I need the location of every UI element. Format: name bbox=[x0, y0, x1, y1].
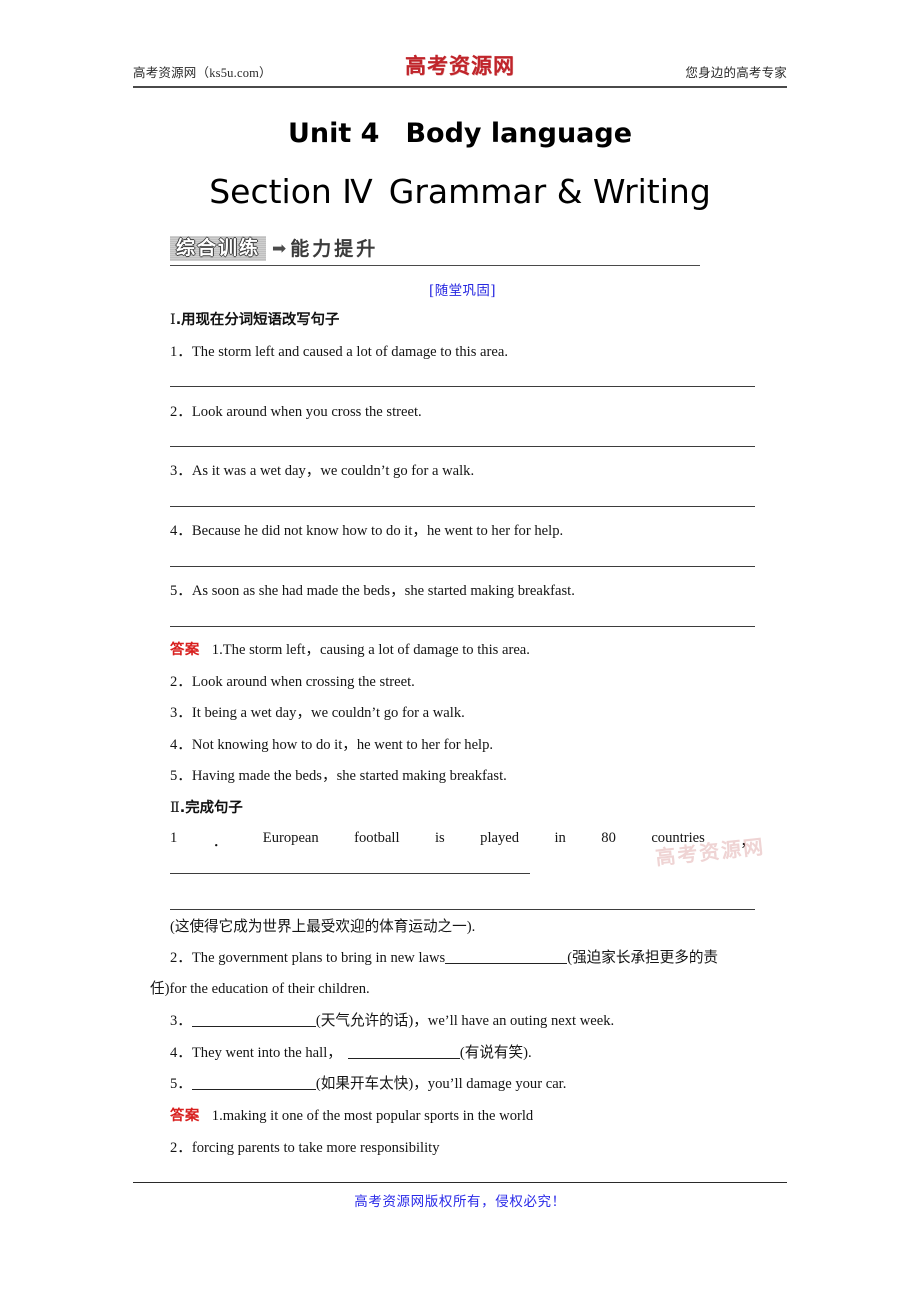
q4-text-b: (有说有笑). bbox=[459, 1045, 532, 1061]
q1-word-8: countries bbox=[651, 830, 705, 846]
banner-subtitle: [随堂巩固] bbox=[429, 283, 496, 299]
part1-question-4: 4．Because he did not know how to do it，h… bbox=[170, 523, 564, 539]
banner-divider bbox=[170, 265, 700, 266]
q5-text: (如果开车太快)，you’ll damage your car. bbox=[315, 1076, 567, 1092]
unit-title: Unit 4 Body language bbox=[150, 118, 770, 149]
q3-blank[interactable] bbox=[191, 1013, 316, 1027]
q2-text-b: (强迫家长承担更多的责 bbox=[567, 950, 719, 966]
q1-word-6: in bbox=[554, 830, 566, 846]
q5-number: 5． bbox=[170, 1076, 192, 1092]
part1-question-2: 2．Look around when you cross the street. bbox=[170, 404, 422, 420]
q1-word-2: European bbox=[262, 830, 319, 846]
q1-word-1: ． bbox=[212, 834, 228, 850]
part1-answers-row-1: 答案 1.The storm left，causing a lot of dama… bbox=[170, 641, 530, 660]
answer-line-5[interactable] bbox=[170, 626, 755, 627]
section-name: Grammar & Writing bbox=[388, 172, 711, 211]
answer-line-1[interactable] bbox=[170, 386, 755, 387]
part1-answer-5: 5．Having made the beds，she started makin… bbox=[170, 768, 507, 784]
part1-answer-tag: 答案 bbox=[170, 642, 200, 658]
part2-question-5: 5． (如果开车太快)，you’ll damage your car. bbox=[170, 1075, 566, 1094]
part2-heading: Ⅱ.完成句子 bbox=[170, 799, 243, 818]
part2-question-3: 3． (天气允许的话)，we’ll have an outing next wee… bbox=[170, 1012, 614, 1031]
q5-blank[interactable] bbox=[191, 1076, 316, 1090]
part2-question-2-line2: 任)for the education of their children. bbox=[150, 981, 370, 997]
part2-answer-2: 2．forcing parents to take more responsib… bbox=[170, 1140, 440, 1156]
part1-answer-2: 2．Look around when crossing the street. bbox=[170, 674, 415, 690]
part2-answers-row-1: 答案 1.making it one of the most popular sp… bbox=[170, 1107, 533, 1126]
header-tagline: 您身边的高考专家 bbox=[685, 66, 787, 80]
answer-line-7[interactable] bbox=[170, 909, 755, 910]
part2-question-1-hint: (这使得它成为世界上最受欢迎的体育运动之一). bbox=[170, 919, 476, 935]
part2-question-4: 4．They went into the hall， (有说有笑). bbox=[170, 1044, 532, 1063]
header-site-name: 高考资源网（ks5u.com） bbox=[133, 66, 272, 80]
q1-word-3: football bbox=[354, 830, 400, 846]
part2-heading-text: .完成句子 bbox=[179, 800, 243, 816]
part1-heading-text: .用现在分词短语改写句子 bbox=[175, 312, 340, 328]
section-number: Section Ⅳ bbox=[209, 172, 373, 211]
arrow-right-icon: ➡ bbox=[272, 238, 287, 259]
answer-line-6[interactable] bbox=[170, 873, 530, 874]
header-divider bbox=[133, 86, 787, 88]
q2-blank[interactable] bbox=[445, 950, 568, 964]
part2-answer-1: 1.making it one of the most popular spor… bbox=[211, 1108, 534, 1124]
q1-word-0: 1 bbox=[170, 830, 178, 846]
part1-question-5: 5．As soon as she had made the beds，she s… bbox=[170, 583, 575, 599]
q2-text-a: 2．The government plans to bring in new l… bbox=[170, 950, 446, 966]
q3-number: 3． bbox=[170, 1013, 192, 1029]
part1-answer-3: 3．It being a wet day，we couldn’t go for … bbox=[170, 705, 465, 721]
footer-divider bbox=[133, 1182, 787, 1183]
q1-word-4: is bbox=[434, 830, 445, 846]
answer-line-2[interactable] bbox=[170, 446, 755, 447]
part1-heading: Ⅰ.用现在分词短语改写句子 bbox=[170, 311, 339, 330]
section-title: Section Ⅳ Grammar & Writing bbox=[150, 172, 770, 211]
q1-word-9: ， bbox=[740, 834, 755, 850]
page-header: 高考资源网（ks5u.com） 高考资源网 您身边的高考专家 bbox=[133, 53, 787, 86]
part2-answer-tag: 答案 bbox=[170, 1108, 200, 1124]
q1-word-7: 80 bbox=[601, 830, 616, 846]
part1-question-1: 1．The storm left and caused a lot of dam… bbox=[170, 344, 508, 360]
part2-question-2-line1: 2．The government plans to bring in new l… bbox=[170, 949, 718, 968]
part1-answer-4: 4．Not knowing how to do it，he went to he… bbox=[170, 737, 494, 753]
unit-name: Body language bbox=[405, 118, 633, 149]
q1-word-5: played bbox=[480, 830, 520, 846]
answer-line-3[interactable] bbox=[170, 506, 755, 507]
q3-text: (天气允许的话)，we’ll have an outing next week. bbox=[315, 1013, 615, 1029]
answer-line-4[interactable] bbox=[170, 566, 755, 567]
part1-answer-1: 1.The storm left，causing a lot of damage… bbox=[211, 642, 530, 658]
banner-sub-label: 能力提升 bbox=[290, 237, 379, 260]
document-page: 高考资源网（ks5u.com） 高考资源网 您身边的高考专家 Unit 4 Bod… bbox=[0, 0, 920, 1302]
header-logo: 高考资源网 bbox=[405, 53, 515, 78]
part2-numeral: Ⅱ bbox=[170, 800, 180, 816]
part1-question-3: 3．As it was a wet day，we couldn’t go for… bbox=[170, 463, 475, 479]
q4-blank[interactable] bbox=[347, 1045, 460, 1059]
footer-copyright: 高考资源网版权所有，侵权必究！ bbox=[354, 1194, 566, 1210]
unit-number: Unit 4 bbox=[287, 118, 380, 149]
banner-box-label: 综合训练 bbox=[170, 236, 266, 261]
part2-question-1-words: 1 ． European football is played in 80 co… bbox=[170, 830, 755, 851]
training-banner: 综合训练 ➡ 能力提升 bbox=[170, 236, 378, 263]
q4-text-a: 4．They went into the hall， bbox=[170, 1045, 342, 1061]
